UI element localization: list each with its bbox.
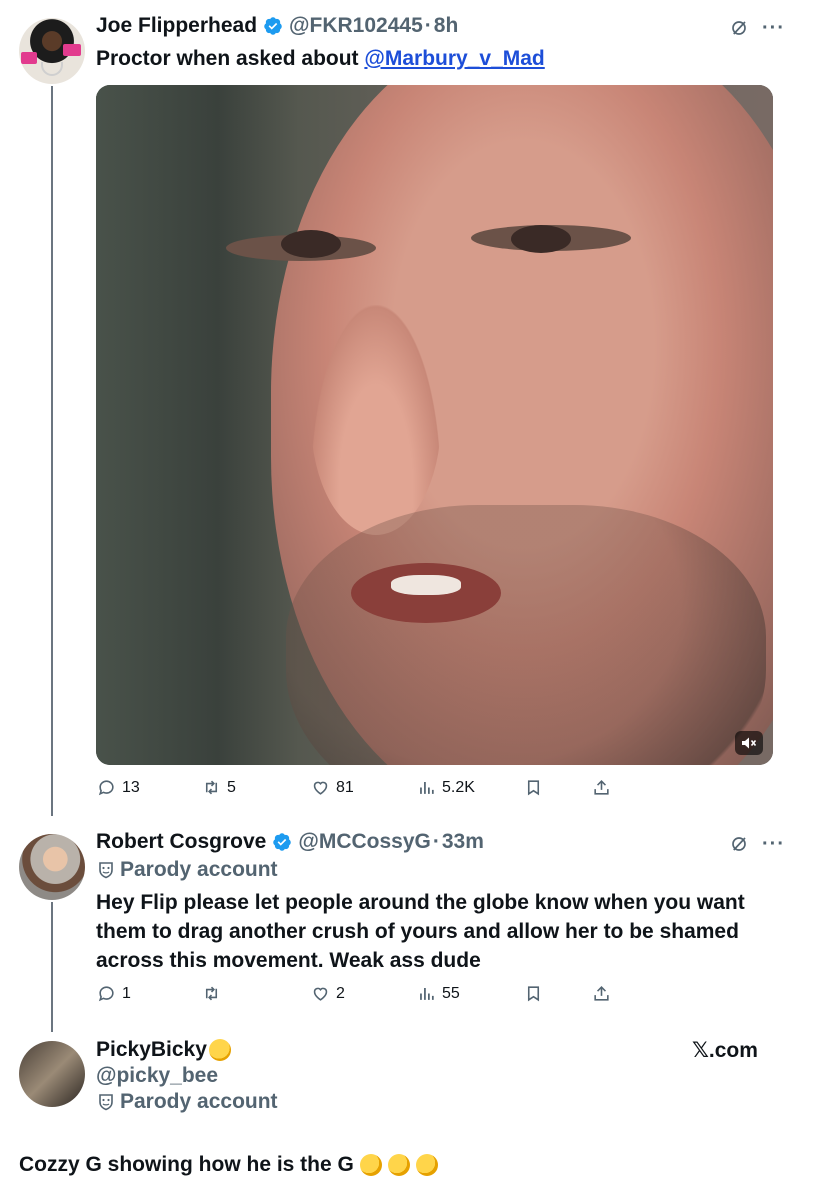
mute-button[interactable] (735, 731, 763, 755)
views-count: 55 (442, 984, 460, 1002)
verified-badge-icon (264, 17, 282, 35)
retweet-count: 5 (227, 778, 236, 796)
retweet-button[interactable] (202, 984, 227, 1003)
bookmark-icon (527, 986, 540, 1002)
reply-icon (98, 780, 114, 796)
watermark-suffix: .com (708, 1039, 758, 1062)
tweet-top-actions: ··· (730, 834, 785, 854)
mute-icon (742, 737, 757, 749)
display-name[interactable]: PickyBicky (96, 1038, 207, 1062)
like-icon (313, 781, 328, 795)
handle[interactable]: @FKR102445 (289, 14, 423, 38)
pinching-hand-emoji (387, 1154, 410, 1176)
reply-button[interactable]: 1 (97, 984, 131, 1003)
separator-dot: · (432, 830, 440, 853)
avatar[interactable] (19, 834, 85, 900)
parody-label: Parody account (98, 1090, 278, 1114)
tweet-text: Proctor when asked about @Marbury_v_Mad (96, 44, 545, 73)
tweet-text-line: Hey Flip please let people around the gl… (96, 891, 745, 914)
tweet-text-body: Proctor when asked about (96, 47, 365, 70)
separator-dot: · (424, 14, 432, 37)
parody-label: Parody account (98, 858, 278, 882)
like-button[interactable]: 2 (311, 984, 345, 1003)
tweet-text-line: across this movement. Weak ass dude (96, 949, 481, 972)
more-icon[interactable]: ··· (762, 834, 785, 854)
reply-count: 13 (122, 778, 140, 796)
like-count: 2 (336, 984, 345, 1002)
views-icon (420, 987, 434, 1000)
pinching-hand-emoji (359, 1154, 382, 1176)
reply-button[interactable]: 13 (97, 778, 140, 797)
display-name[interactable]: Joe Flipperhead (96, 14, 257, 38)
caption-text: Cozzy G showing how he is the G (19, 1153, 354, 1176)
like-count: 81 (336, 778, 354, 796)
tweet-text: Hey Flip please let people around the gl… (96, 888, 745, 975)
parody-text: Parody account (120, 858, 278, 881)
views-button[interactable]: 55 (417, 984, 460, 1003)
bookmark-icon (527, 780, 540, 796)
share-icon (594, 986, 609, 1001)
handle[interactable]: @MCCossyG (298, 830, 431, 854)
grok-icon[interactable] (730, 19, 748, 37)
caption: Cozzy G showing how he is the G (19, 1153, 438, 1177)
watermark: 𝕏.com (692, 1038, 758, 1063)
parody-mask-icon (99, 1094, 113, 1111)
retweet-button[interactable]: 5 (202, 778, 236, 797)
reply-count: 1 (122, 984, 131, 1002)
views-button[interactable]: 5.2K (417, 778, 475, 797)
views-count: 5.2K (442, 778, 475, 796)
like-icon (313, 987, 328, 1001)
display-name[interactable]: Robert Cosgrove (96, 830, 266, 854)
pinching-hand-emoji (415, 1154, 438, 1176)
tweet-header: PickyBicky (96, 1038, 231, 1062)
shushing-face-emoji (208, 1039, 231, 1061)
timestamp[interactable]: 8h (434, 14, 459, 38)
tweet-subheader: @picky_bee (96, 1064, 218, 1088)
timestamp[interactable]: 33m (442, 830, 484, 854)
more-icon[interactable]: ··· (762, 18, 785, 38)
bookmark-button[interactable] (524, 778, 543, 797)
verified-badge-icon (273, 833, 292, 851)
like-button[interactable]: 81 (311, 778, 354, 797)
parody-text: Parody account (120, 1090, 278, 1113)
reply-icon (98, 986, 114, 1002)
x-logo-icon: 𝕏 (692, 1038, 709, 1062)
parody-mask-icon (99, 862, 113, 879)
grok-icon[interactable] (730, 835, 748, 853)
share-button[interactable] (592, 778, 611, 797)
tweet-header: Joe Flipperhead @FKR102445 · 8h (96, 14, 458, 38)
tweet-video[interactable] (96, 85, 773, 765)
handle[interactable]: @picky_bee (96, 1064, 218, 1088)
share-button[interactable] (592, 984, 611, 1003)
share-icon (594, 780, 609, 795)
tweet-text-line: them to drag another crush of yours and … (96, 920, 739, 943)
retweet-icon (205, 780, 218, 795)
tweet-top-actions: ··· (730, 18, 785, 38)
thread-line (51, 86, 53, 816)
retweet-icon (205, 986, 218, 1001)
avatar[interactable] (19, 1041, 85, 1107)
tweet-header: Robert Cosgrove @MCCossyG · 33m (96, 830, 484, 854)
thread-line (51, 902, 53, 1032)
avatar[interactable] (19, 18, 85, 84)
bookmark-button[interactable] (524, 984, 543, 1003)
views-icon (420, 781, 434, 794)
mention-link[interactable]: @Marbury_v_Mad (364, 47, 544, 70)
